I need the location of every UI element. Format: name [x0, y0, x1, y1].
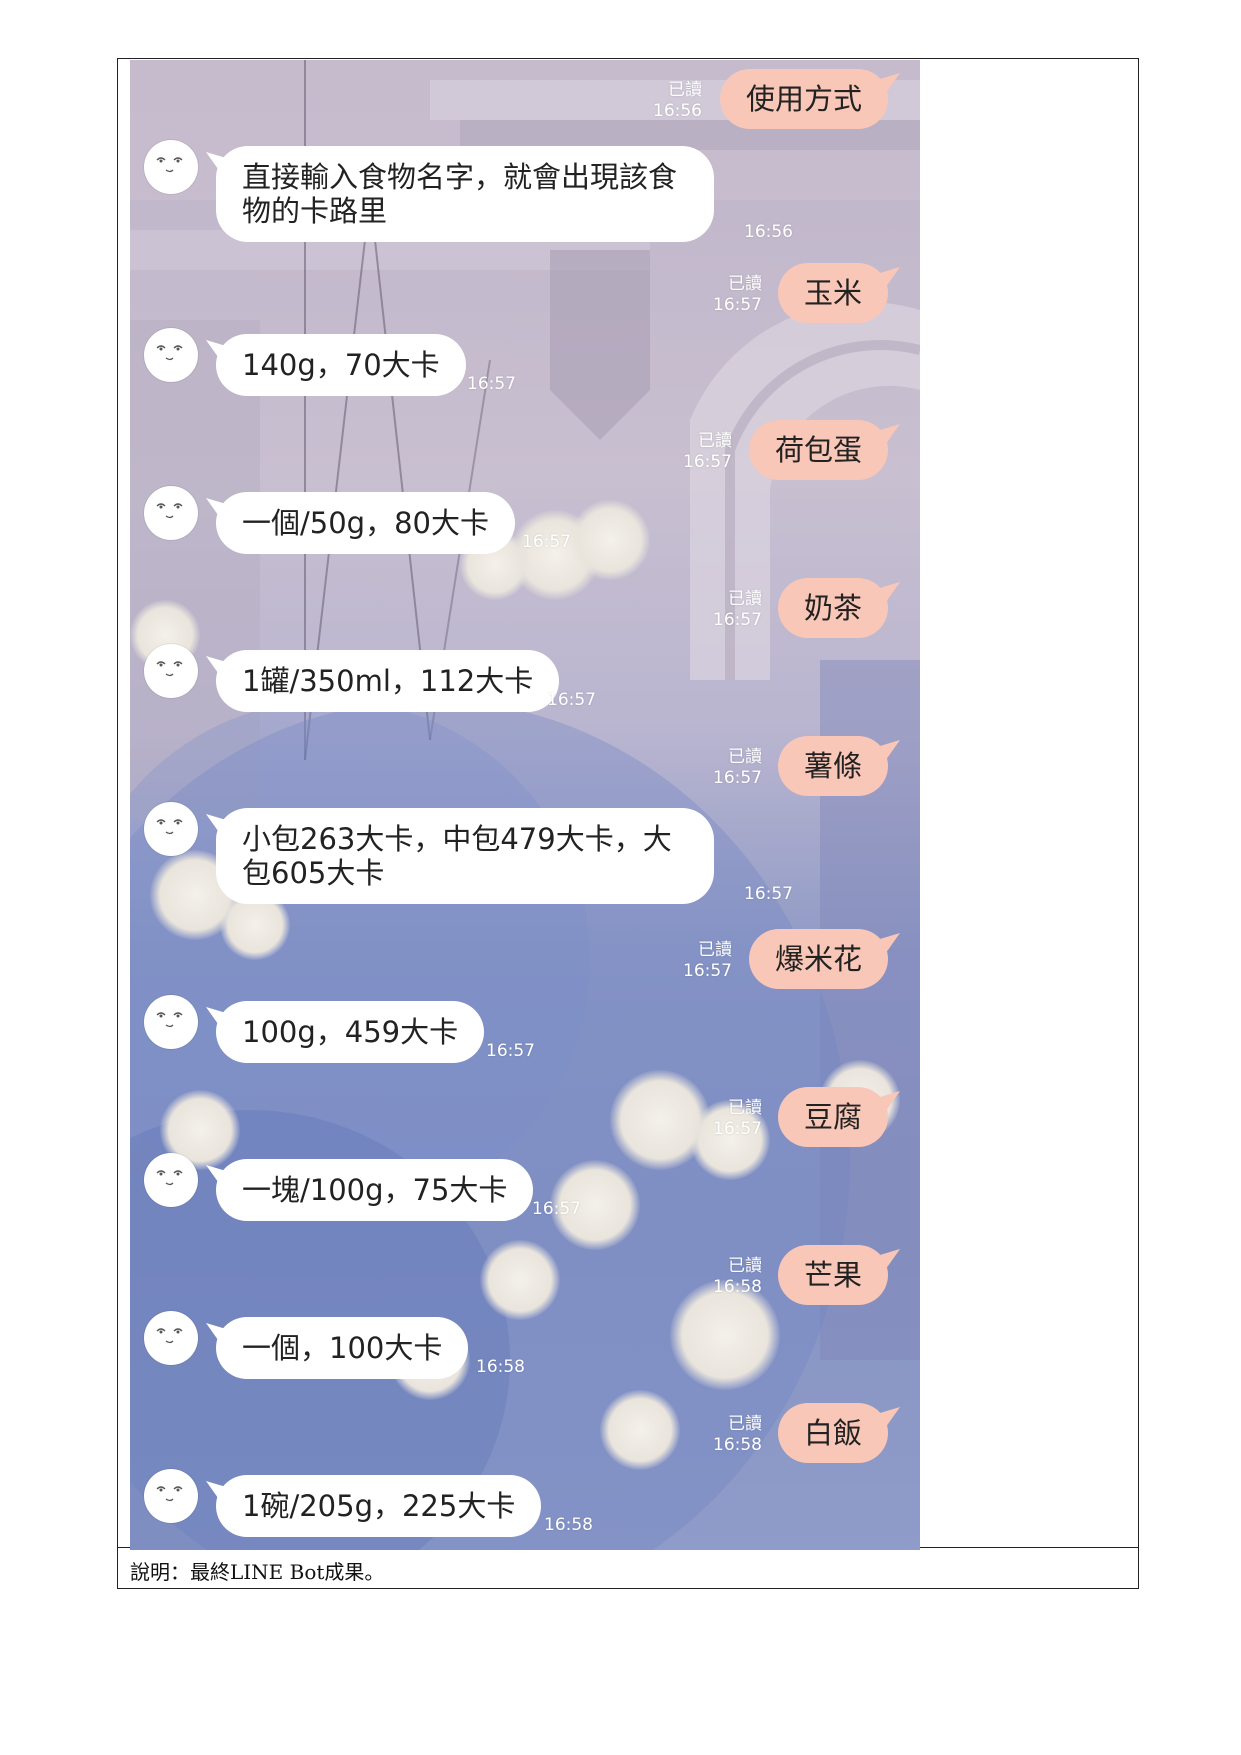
message-bubble[interactable]: 白飯 [777, 1403, 888, 1463]
timestamp: 16:57 [713, 610, 762, 630]
timestamp: 16:57 [547, 690, 596, 710]
outgoing-message: 已讀 16:58 白飯 [648, 1400, 898, 1464]
message-bubble[interactable]: 1罐/350ml，112大卡 [216, 650, 560, 712]
incoming-message: 140g，70大卡 16:57 [144, 328, 544, 396]
timestamp: 16:57 [713, 295, 762, 315]
timestamp: 16:56 [653, 101, 702, 121]
incoming-message: 100g，459大卡 16:57 [144, 995, 564, 1063]
bot-face-icon[interactable] [144, 486, 198, 540]
read-receipt: 已讀 [728, 1414, 762, 1434]
read-receipt: 已讀 [728, 1098, 762, 1118]
message-meta: 已讀 16:57 [713, 1098, 762, 1140]
message-bubble[interactable]: 1碗/205g，225大卡 [216, 1475, 542, 1537]
bot-face-icon[interactable] [144, 995, 198, 1049]
read-receipt: 已讀 [728, 1256, 762, 1276]
message-meta: 已讀 16:57 [683, 940, 732, 982]
message-bubble[interactable]: 荷包蛋 [748, 420, 888, 480]
caption: 說明：最終LINE Bot成果。 [130, 1560, 385, 1584]
timestamp: 16:57 [486, 1041, 535, 1061]
message-bubble[interactable]: 一塊/100g，75大卡 [216, 1159, 534, 1221]
outgoing-message: 已讀 16:56 使用方式 [568, 66, 898, 130]
read-receipt: 已讀 [668, 80, 702, 100]
read-receipt: 已讀 [728, 589, 762, 609]
chat-screenshot: 已讀 16:56 使用方式 直接輸入食物名字，就會出現該食 物的卡路里 16:5… [130, 60, 920, 1550]
message-line: 直接輸入食物名字，就會出現該食 [242, 160, 678, 194]
message-bubble[interactable]: 直接輸入食物名字，就會出現該食 物的卡路里 [216, 146, 714, 242]
outgoing-message: 已讀 16:58 芒果 [648, 1242, 898, 1306]
timestamp: 16:58 [713, 1435, 762, 1455]
message-bubble[interactable]: 一個，100大卡 [216, 1317, 469, 1379]
incoming-message: 1罐/350ml，112大卡 16:57 [144, 644, 624, 712]
outgoing-message: 已讀 16:57 爆米花 [618, 926, 898, 990]
incoming-message: 小包263大卡，中包479大卡，大 包605大卡 16:57 [144, 802, 804, 912]
message-bubble[interactable]: 100g，459大卡 [216, 1001, 485, 1063]
message-bubble[interactable]: 玉米 [777, 263, 888, 323]
bot-face-icon[interactable] [144, 140, 198, 194]
incoming-message: 一塊/100g，75大卡 16:57 [144, 1153, 614, 1221]
outgoing-message: 已讀 16:57 玉米 [648, 260, 898, 324]
read-receipt: 已讀 [698, 940, 732, 960]
message-meta: 已讀 16:57 [713, 747, 762, 789]
timestamp: 16:58 [544, 1515, 593, 1535]
outgoing-message: 已讀 16:57 豆腐 [648, 1084, 898, 1148]
read-receipt: 已讀 [698, 431, 732, 451]
message-meta: 已讀 16:57 [713, 274, 762, 316]
incoming-message: 一個，100大卡 16:58 [144, 1311, 564, 1379]
message-bubble[interactable]: 豆腐 [777, 1087, 888, 1147]
outgoing-message: 已讀 16:57 奶茶 [648, 575, 898, 639]
caption-row: 說明：最終LINE Bot成果。 [118, 1547, 1138, 1588]
incoming-message: 一個/50g，80大卡 16:57 [144, 486, 604, 554]
timestamp: 16:57 [532, 1199, 581, 1219]
message-bubble[interactable]: 奶茶 [777, 578, 888, 638]
message-bubble[interactable]: 芒果 [777, 1245, 888, 1305]
outgoing-message: 已讀 16:57 薯條 [648, 733, 898, 797]
timestamp: 16:58 [713, 1277, 762, 1297]
flower-decor [480, 1240, 560, 1320]
timestamp: 16:57 [744, 884, 793, 904]
message-line: 包605大卡 [242, 856, 385, 890]
timestamp: 16:57 [467, 374, 516, 394]
read-receipt: 已讀 [728, 747, 762, 767]
message-bubble[interactable]: 使用方式 [719, 69, 888, 129]
bot-face-icon[interactable] [144, 644, 198, 698]
timestamp: 16:57 [713, 1119, 762, 1139]
timestamp: 16:57 [683, 452, 732, 472]
message-meta: 已讀 16:57 [683, 431, 732, 473]
message-meta: 已讀 16:58 [713, 1414, 762, 1456]
message-meta: 已讀 16:58 [713, 1256, 762, 1298]
message-bubble[interactable]: 140g，70大卡 [216, 334, 466, 396]
timestamp: 16:57 [683, 961, 732, 981]
message-bubble[interactable]: 一個/50g，80大卡 [216, 492, 515, 554]
message-bubble[interactable]: 爆米花 [748, 929, 888, 989]
timestamp: 16:56 [744, 222, 793, 242]
message-bubble[interactable]: 小包263大卡，中包479大卡，大 包605大卡 [216, 808, 714, 904]
bot-face-icon[interactable] [144, 1311, 198, 1365]
message-bubble[interactable]: 薯條 [777, 736, 888, 796]
timestamp: 16:57 [713, 768, 762, 788]
message-meta: 已讀 16:57 [713, 589, 762, 631]
bot-face-icon[interactable] [144, 802, 198, 856]
read-receipt: 已讀 [728, 274, 762, 294]
incoming-message: 1碗/205g，225大卡 16:58 [144, 1469, 624, 1537]
incoming-message: 直接輸入食物名字，就會出現該食 物的卡路里 16:56 [144, 140, 804, 250]
bot-face-icon[interactable] [144, 328, 198, 382]
message-line: 物的卡路里 [242, 194, 388, 228]
timestamp: 16:57 [522, 532, 571, 552]
bot-face-icon[interactable] [144, 1153, 198, 1207]
timestamp: 16:58 [476, 1357, 525, 1377]
message-meta: 已讀 16:56 [653, 80, 702, 122]
outgoing-message: 已讀 16:57 荷包蛋 [618, 417, 898, 481]
message-line: 小包263大卡，中包479大卡，大 [242, 822, 672, 856]
bot-face-icon[interactable] [144, 1469, 198, 1523]
